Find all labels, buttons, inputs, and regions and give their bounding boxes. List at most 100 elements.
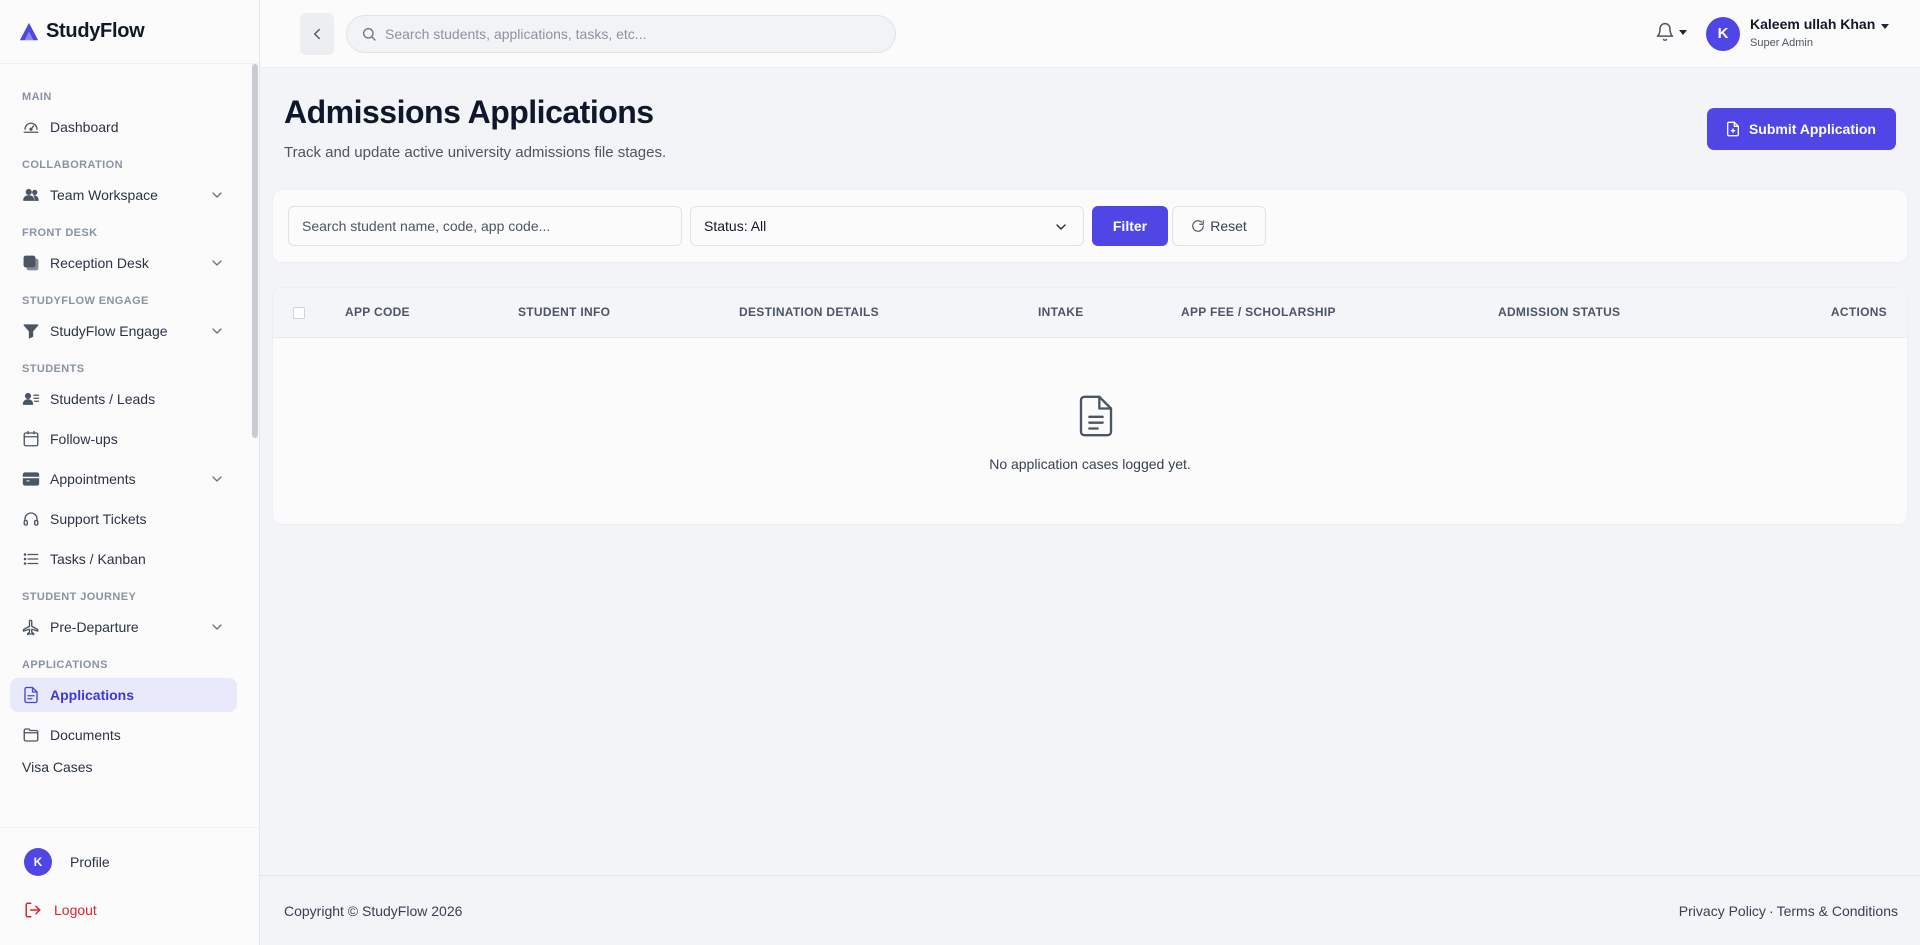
profile-link[interactable]: K Profile: [0, 842, 259, 882]
card-icon: [22, 472, 40, 486]
file-plus-icon: [1726, 121, 1739, 137]
sidebar-item-team-workspace[interactable]: Team Workspace: [10, 178, 237, 212]
search-icon: [363, 27, 376, 41]
sidebar-section-label: APPLICATIONS: [22, 659, 108, 671]
sidebar-section-label: MAIN: [22, 91, 52, 103]
sidebar-item-label: Team Workspace: [50, 187, 158, 203]
notifications-button[interactable]: [1655, 22, 1687, 42]
chevron-down-icon: [212, 328, 222, 334]
applications-table: APP CODE STUDENT INFO DESTINATION DETAIL…: [272, 287, 1908, 525]
brand-logo-icon: [19, 22, 39, 40]
sidebar-item-students-leads[interactable]: Students / Leads: [10, 382, 237, 416]
sidebar-item-documents[interactable]: Documents: [10, 718, 237, 752]
sidebar-item-applications[interactable]: Applications: [10, 678, 237, 712]
sidebar-item-visa-cases[interactable]: Visa Cases: [10, 756, 237, 778]
sidebar-item-label: Tasks / Kanban: [50, 551, 146, 567]
sidebar-item-studyflow-engage[interactable]: StudyFlow Engage: [10, 314, 237, 348]
sidebar-section-label: STUDENTS: [22, 363, 85, 375]
user-role: Super Admin: [1750, 37, 1813, 49]
global-search[interactable]: [346, 14, 896, 53]
sidebar-footer: K Profile Logout: [0, 827, 259, 945]
column-header-admission-status[interactable]: ADMISSION STATUS: [1498, 305, 1620, 319]
page-footer: Copyright © StudyFlow 2026 Privacy Polic…: [260, 875, 1920, 945]
chevron-down-icon: [212, 260, 222, 266]
sidebar-item-reception-desk[interactable]: Reception Desk: [10, 246, 237, 280]
chevron-down-icon: [212, 476, 222, 482]
refresh-icon: [1192, 220, 1205, 232]
calendar-icon: [23, 430, 39, 447]
profile-label: Profile: [70, 854, 110, 870]
notifications-caret-icon: [1679, 29, 1687, 35]
reception-icon: [23, 255, 39, 271]
sidebar-nav: MAIN Dashboard COLLABORATION Team Worksp…: [0, 64, 249, 863]
reset-label: Reset: [1210, 218, 1247, 234]
profile-avatar: K: [24, 848, 52, 876]
main-area: K Kaleem ullah Khan Super Admin Admissio…: [260, 0, 1920, 945]
global-search-input[interactable]: [385, 25, 865, 42]
user-name: Kaleem ullah Khan: [1750, 16, 1876, 32]
copyright-text: Copyright © StudyFlow 2026: [284, 902, 463, 919]
list-icon: [23, 553, 39, 565]
application-search-input[interactable]: [288, 206, 682, 246]
sidebar-item-appointments[interactable]: Appointments: [10, 462, 237, 496]
collapse-sidebar-button[interactable]: [300, 12, 334, 55]
sidebar-item-pre-departure[interactable]: Pre-Departure: [10, 610, 237, 644]
table-header: APP CODE STUDENT INFO DESTINATION DETAIL…: [273, 288, 1907, 338]
sidebar-scrollbar-thumb[interactable]: [252, 64, 258, 438]
sidebar-item-label: Applications: [50, 687, 135, 703]
brand-name: StudyFlow: [46, 20, 145, 42]
brand[interactable]: StudyFlow: [0, 0, 259, 64]
empty-state-message: No application cases logged yet.: [989, 456, 1191, 472]
dashboard-gauge-icon: [23, 122, 39, 133]
page-content: Admissions Applications Track and update…: [260, 68, 1920, 525]
sidebar-item-label: Pre-Departure: [50, 619, 139, 635]
sidebar-item-label: Students / Leads: [50, 391, 156, 407]
column-header-app-code[interactable]: APP CODE: [345, 305, 410, 319]
sidebar-item-label: Support Tickets: [50, 511, 147, 527]
headset-icon: [23, 512, 39, 526]
sidebar-item-follow-ups[interactable]: Follow-ups: [10, 422, 237, 456]
chevron-down-icon: [212, 192, 222, 198]
user-menu-caret-icon: [1881, 24, 1890, 29]
topbar: K Kaleem ullah Khan Super Admin: [260, 0, 1920, 68]
status-select[interactable]: Status: All: [690, 206, 1084, 246]
column-header-app-fee[interactable]: APP FEE / SCHOLARSHIP: [1181, 305, 1336, 319]
sidebar-item-label: Follow-ups: [50, 431, 118, 447]
empty-state: No application cases logged yet.: [273, 338, 1907, 524]
reset-button[interactable]: Reset: [1172, 206, 1266, 246]
document-icon: [24, 686, 38, 704]
privacy-policy-link[interactable]: Privacy Policy: [1679, 903, 1766, 919]
sidebar-item-dashboard[interactable]: Dashboard: [10, 110, 237, 144]
filter-button[interactable]: Filter: [1092, 206, 1168, 246]
chevron-down-icon: [212, 624, 222, 630]
user-list-icon: [22, 392, 40, 405]
page-subtitle: Track and update active university admis…: [284, 144, 667, 161]
submit-application-label: Submit Application: [1748, 121, 1876, 137]
column-header-student-info[interactable]: STUDENT INFO: [518, 305, 610, 319]
status-select-value: Status: All: [704, 218, 767, 234]
column-header-intake[interactable]: INTAKE: [1038, 305, 1084, 319]
footer-links: Privacy Policy · Terms & Conditions: [1679, 903, 1898, 919]
logout-icon: [25, 902, 41, 918]
logout-link[interactable]: Logout: [0, 890, 259, 930]
sidebar: StudyFlow MAIN Dashboard COLLABORATION T…: [0, 0, 260, 945]
plane-icon: [22, 619, 39, 636]
logout-label: Logout: [54, 902, 97, 918]
submit-application-button[interactable]: Submit Application: [1706, 108, 1896, 150]
document-icon: [1079, 395, 1113, 437]
users-icon: [23, 188, 39, 201]
folder-icon: [23, 728, 39, 742]
select-all-checkbox[interactable]: [293, 307, 305, 319]
sidebar-item-label: Visa Cases: [22, 759, 93, 775]
page-title: Admissions Applications: [284, 94, 654, 130]
sidebar-item-label: Appointments: [50, 471, 136, 487]
column-header-destination-details[interactable]: DESTINATION DETAILS: [739, 305, 879, 319]
sidebar-item-support-tickets[interactable]: Support Tickets: [10, 502, 237, 536]
sidebar-item-label: Reception Desk: [50, 255, 149, 271]
terms-link[interactable]: Terms & Conditions: [1777, 903, 1898, 919]
sidebar-item-tasks-kanban[interactable]: Tasks / Kanban: [10, 542, 237, 576]
sidebar-scrollbar[interactable]: [251, 64, 259, 438]
user-menu[interactable]: K Kaleem ullah Khan Super Admin: [1706, 16, 1890, 51]
sidebar-section-label: FRONT DESK: [22, 227, 98, 239]
filter-bar: Status: All Filter Reset: [272, 189, 1908, 263]
